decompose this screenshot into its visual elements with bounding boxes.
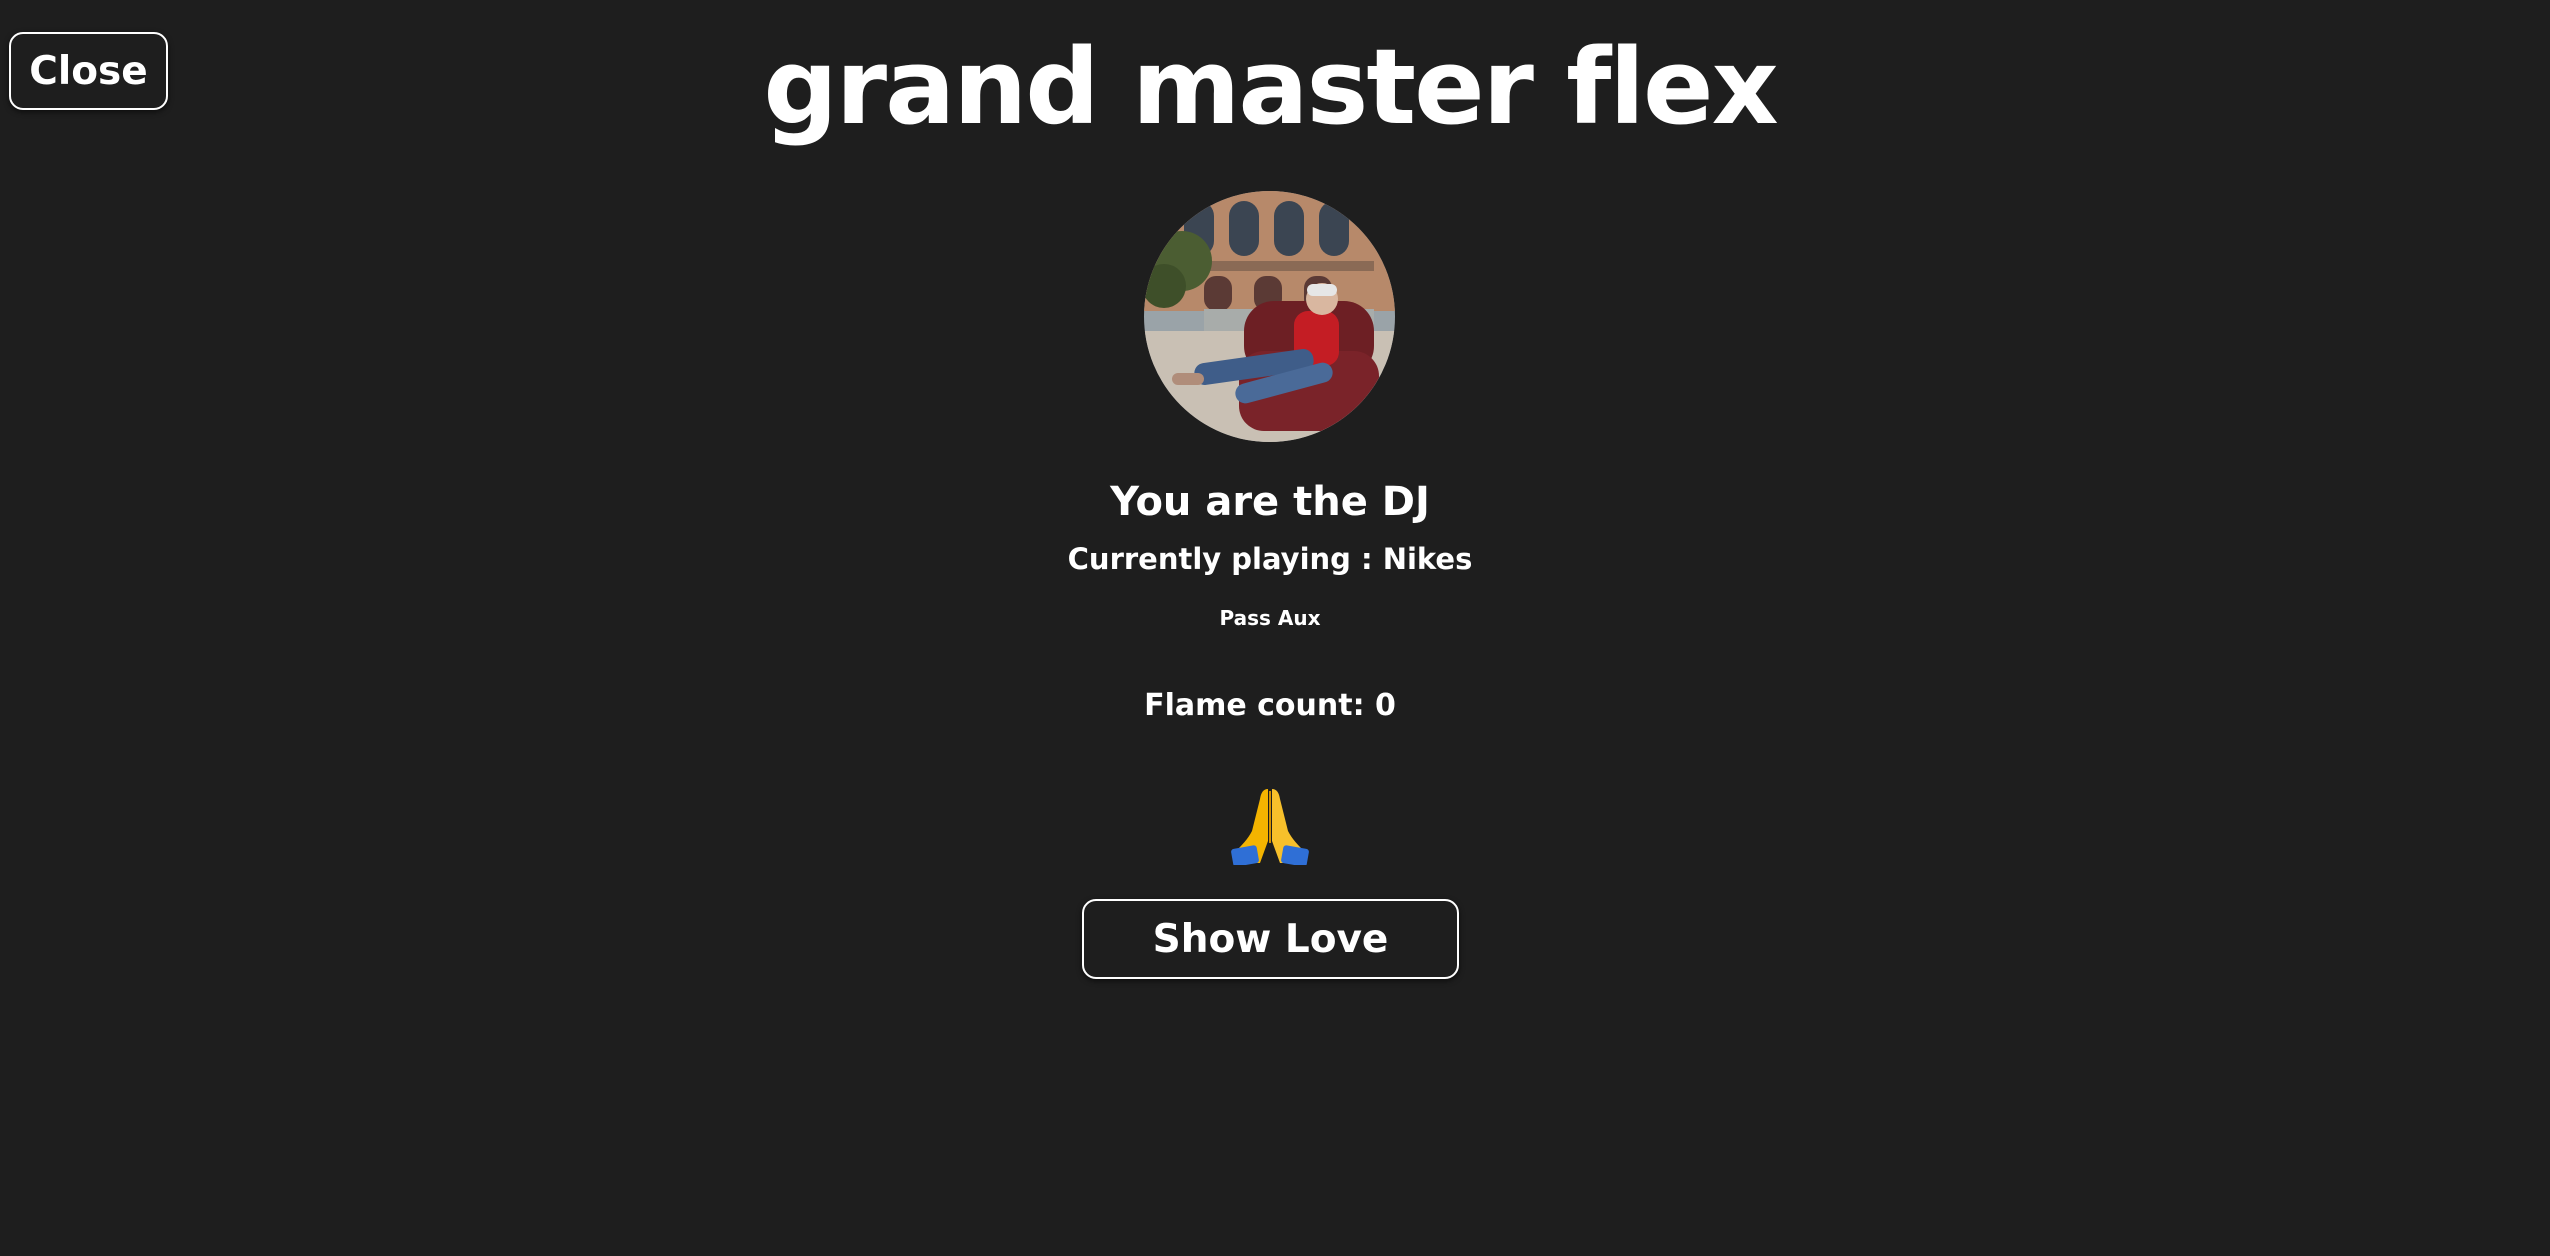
show-love-button[interactable]: Show Love bbox=[1082, 899, 1459, 979]
flame-count: Flame count: 0 bbox=[1144, 688, 1396, 723]
folded-hands-icon bbox=[1230, 785, 1310, 867]
now-playing-text: Currently playing : Nikes bbox=[1067, 542, 1473, 576]
dj-avatar bbox=[1144, 191, 1395, 442]
dj-heading: You are the DJ bbox=[1110, 479, 1430, 525]
dj-avatar-photo bbox=[1144, 191, 1395, 442]
dj-screen: Close grand master flex You are the DJ C… bbox=[0, 0, 2550, 1256]
pass-aux-link[interactable]: Pass Aux bbox=[1210, 603, 1330, 633]
page-title: grand master flex bbox=[763, 26, 1778, 148]
